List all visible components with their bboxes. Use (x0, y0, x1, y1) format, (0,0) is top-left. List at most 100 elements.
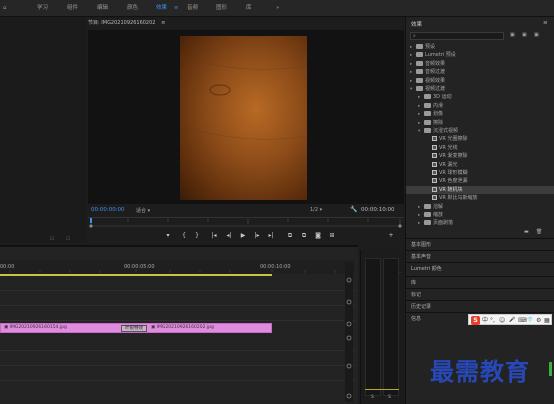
effect-folder[interactable]: ▸ 预设 (406, 43, 554, 51)
panel-essential-graphics[interactable]: 基本图形 (406, 238, 554, 250)
timeline-ruler[interactable]: 00:00 00:00:05:00 00:00:10:00 (0, 260, 355, 274)
effect-label: VR 光线 (439, 144, 458, 151)
effect-item[interactable]: VR 随机块 (406, 185, 554, 194)
effect-folder[interactable]: ▸ 划像 (406, 110, 554, 118)
play-button[interactable]: ▶ (238, 231, 248, 241)
panel-menu-icon[interactable]: ≡ (161, 20, 165, 26)
effects-panel-title[interactable]: 效果 (411, 20, 422, 28)
panel-history[interactable]: 历史记录 (406, 300, 554, 312)
home-icon[interactable]: ⌂ (3, 4, 7, 13)
effect-folder[interactable]: ▸ 3D 运动 (406, 93, 554, 101)
add-marker-button[interactable]: ▾ (163, 231, 173, 241)
program-monitor-title[interactable]: 节目: IMG20210926160202 (88, 20, 155, 26)
effect-label: VR 渐变擦除 (439, 153, 468, 160)
workspace-edit[interactable]: 编辑 (97, 4, 108, 13)
ime-toolbox-icon[interactable]: ▦ (544, 316, 550, 325)
video-track-3[interactable] (0, 276, 355, 291)
effect-folder[interactable]: ▸ Lumetri 预设 (406, 51, 554, 59)
fit-select[interactable]: 适合 ▾ (136, 207, 150, 214)
workspace-color[interactable]: 颜色 (127, 4, 138, 13)
go-to-out-button[interactable]: ▸| (266, 231, 276, 241)
effect-folder[interactable]: ▾ 沉浸式视频 (406, 127, 554, 135)
effect-folder[interactable]: ▸ 内滑 (406, 102, 554, 110)
ime-skin-icon[interactable]: 👕 (527, 316, 533, 325)
new-bin-icon[interactable]: ▬ (524, 229, 529, 235)
32bit-effects-icon[interactable]: ▣ (522, 32, 527, 38)
workspace-libraries[interactable]: 库 (246, 4, 252, 13)
effect-icon (432, 186, 437, 192)
effect-item[interactable]: VR 光线 (406, 144, 554, 152)
delete-icon[interactable]: 🗑 (536, 229, 542, 235)
workspace-effects[interactable]: 效果 (156, 4, 167, 13)
effect-label: 页面剥落 (433, 220, 454, 227)
effect-label: VR 光圈擦除 (439, 136, 468, 143)
video-track-2[interactable] (0, 291, 355, 306)
effect-folder[interactable]: ▸ 视频效果 (406, 77, 554, 85)
effect-folder[interactable]: ▾ 视频过渡 (406, 85, 554, 93)
mark-in-button[interactable]: { (179, 231, 189, 241)
workspace-assembly[interactable]: 组件 (67, 4, 78, 13)
workspace-menu-icon[interactable]: ≡ (174, 4, 178, 13)
ime-lang-toggle[interactable]: 中 (482, 316, 488, 325)
lift-button[interactable]: ⧉ (285, 231, 295, 241)
overwrite-icon[interactable]: ⊡ (66, 236, 70, 242)
yuv-effects-icon[interactable]: ▣ (534, 32, 539, 38)
panel-libraries[interactable]: 库 (406, 276, 554, 288)
solo-right-button[interactable]: S (388, 395, 391, 400)
video-track-1[interactable] (0, 306, 355, 321)
effect-folder[interactable]: ▸ 页面剥落 (406, 219, 554, 227)
audio-track-3[interactable] (0, 366, 355, 381)
effect-item[interactable]: VR 光圈擦除 (406, 135, 554, 143)
panel-markers[interactable]: 标记 (406, 288, 554, 300)
effect-icon (432, 136, 437, 142)
settings-wrench-icon[interactable]: 🔧 (350, 206, 357, 213)
monitor-ruler-ticks (89, 218, 402, 228)
ime-voice-icon[interactable]: 🎤 (509, 316, 515, 325)
effect-icon (432, 195, 437, 201)
export-frame-camera-icon[interactable]: ◙ (313, 231, 323, 241)
ime-keyboard-icon[interactable]: ⌨ (518, 316, 527, 325)
effect-item[interactable]: VR 色度泄漏 (406, 177, 554, 185)
effect-icon (432, 153, 437, 159)
effect-label: 音频效果 (425, 60, 446, 67)
timeline-vertical-scrollbar[interactable] (345, 262, 353, 402)
panel-essential-sound[interactable]: 基本声音 (406, 250, 554, 262)
ime-punctuation-icon[interactable]: °, (490, 316, 495, 325)
accelerated-effects-icon[interactable]: ▣ (510, 32, 515, 38)
effect-label: 内滑 (433, 102, 444, 109)
ime-emoji-icon[interactable]: ☺ (499, 316, 505, 325)
transition-block[interactable]: 叶裂特效 (121, 325, 147, 332)
extract-button[interactable]: ⧉ (299, 231, 309, 241)
effect-item[interactable]: VR 漏光 (406, 161, 554, 169)
effects-panel-menu-icon[interactable]: ≡ (543, 20, 548, 26)
step-back-button[interactable]: ◂| (224, 231, 234, 241)
workspace-graphics[interactable]: 图形 (216, 4, 227, 13)
audio-track-2[interactable] (0, 351, 355, 366)
audio-track-1[interactable] (0, 336, 355, 351)
mark-out-button[interactable]: } (192, 231, 202, 241)
button-editor-plus[interactable]: + (386, 231, 396, 241)
insert-icon[interactable]: ⊟ (50, 236, 54, 242)
effect-item[interactable]: VR 球形模糊 (406, 169, 554, 177)
effect-item[interactable]: VR 渐变擦除 (406, 152, 554, 160)
ime-settings-icon[interactable]: ⚙ (536, 316, 541, 325)
workspace-learn[interactable]: 学习 (37, 4, 48, 13)
ime-logo-icon[interactable]: S (471, 316, 480, 325)
effect-folder[interactable]: ▸ 缩放 (406, 211, 554, 219)
effect-folder[interactable]: ▸ 溶解 (406, 203, 554, 211)
effect-folder[interactable]: ▸ 音频效果 (406, 60, 554, 68)
workspace-audio[interactable]: 音频 (187, 4, 198, 13)
go-to-in-button[interactable]: |◂ (209, 231, 219, 241)
panel-lumetri-color[interactable]: Lumetri 颜色 (406, 262, 554, 274)
step-forward-button[interactable]: |▸ (252, 231, 262, 241)
solo-left-button[interactable]: S (371, 395, 374, 400)
monitor-time-ruler[interactable] (88, 217, 404, 231)
effects-search-input[interactable]: ⌕ (410, 32, 504, 40)
more-workspaces-icon[interactable]: » (276, 4, 279, 13)
effect-item[interactable]: VR 默比乌斯缩放 (406, 194, 554, 202)
resolution-select[interactable]: 1/2 ▾ (310, 207, 322, 213)
effect-folder[interactable]: ▸ 音频过渡 (406, 68, 554, 76)
comparison-view-button[interactable]: ⊞ (327, 231, 337, 241)
current-timecode[interactable]: 00:00:00:00 (91, 207, 125, 213)
effect-folder[interactable]: ▸ 擦除 (406, 119, 554, 127)
